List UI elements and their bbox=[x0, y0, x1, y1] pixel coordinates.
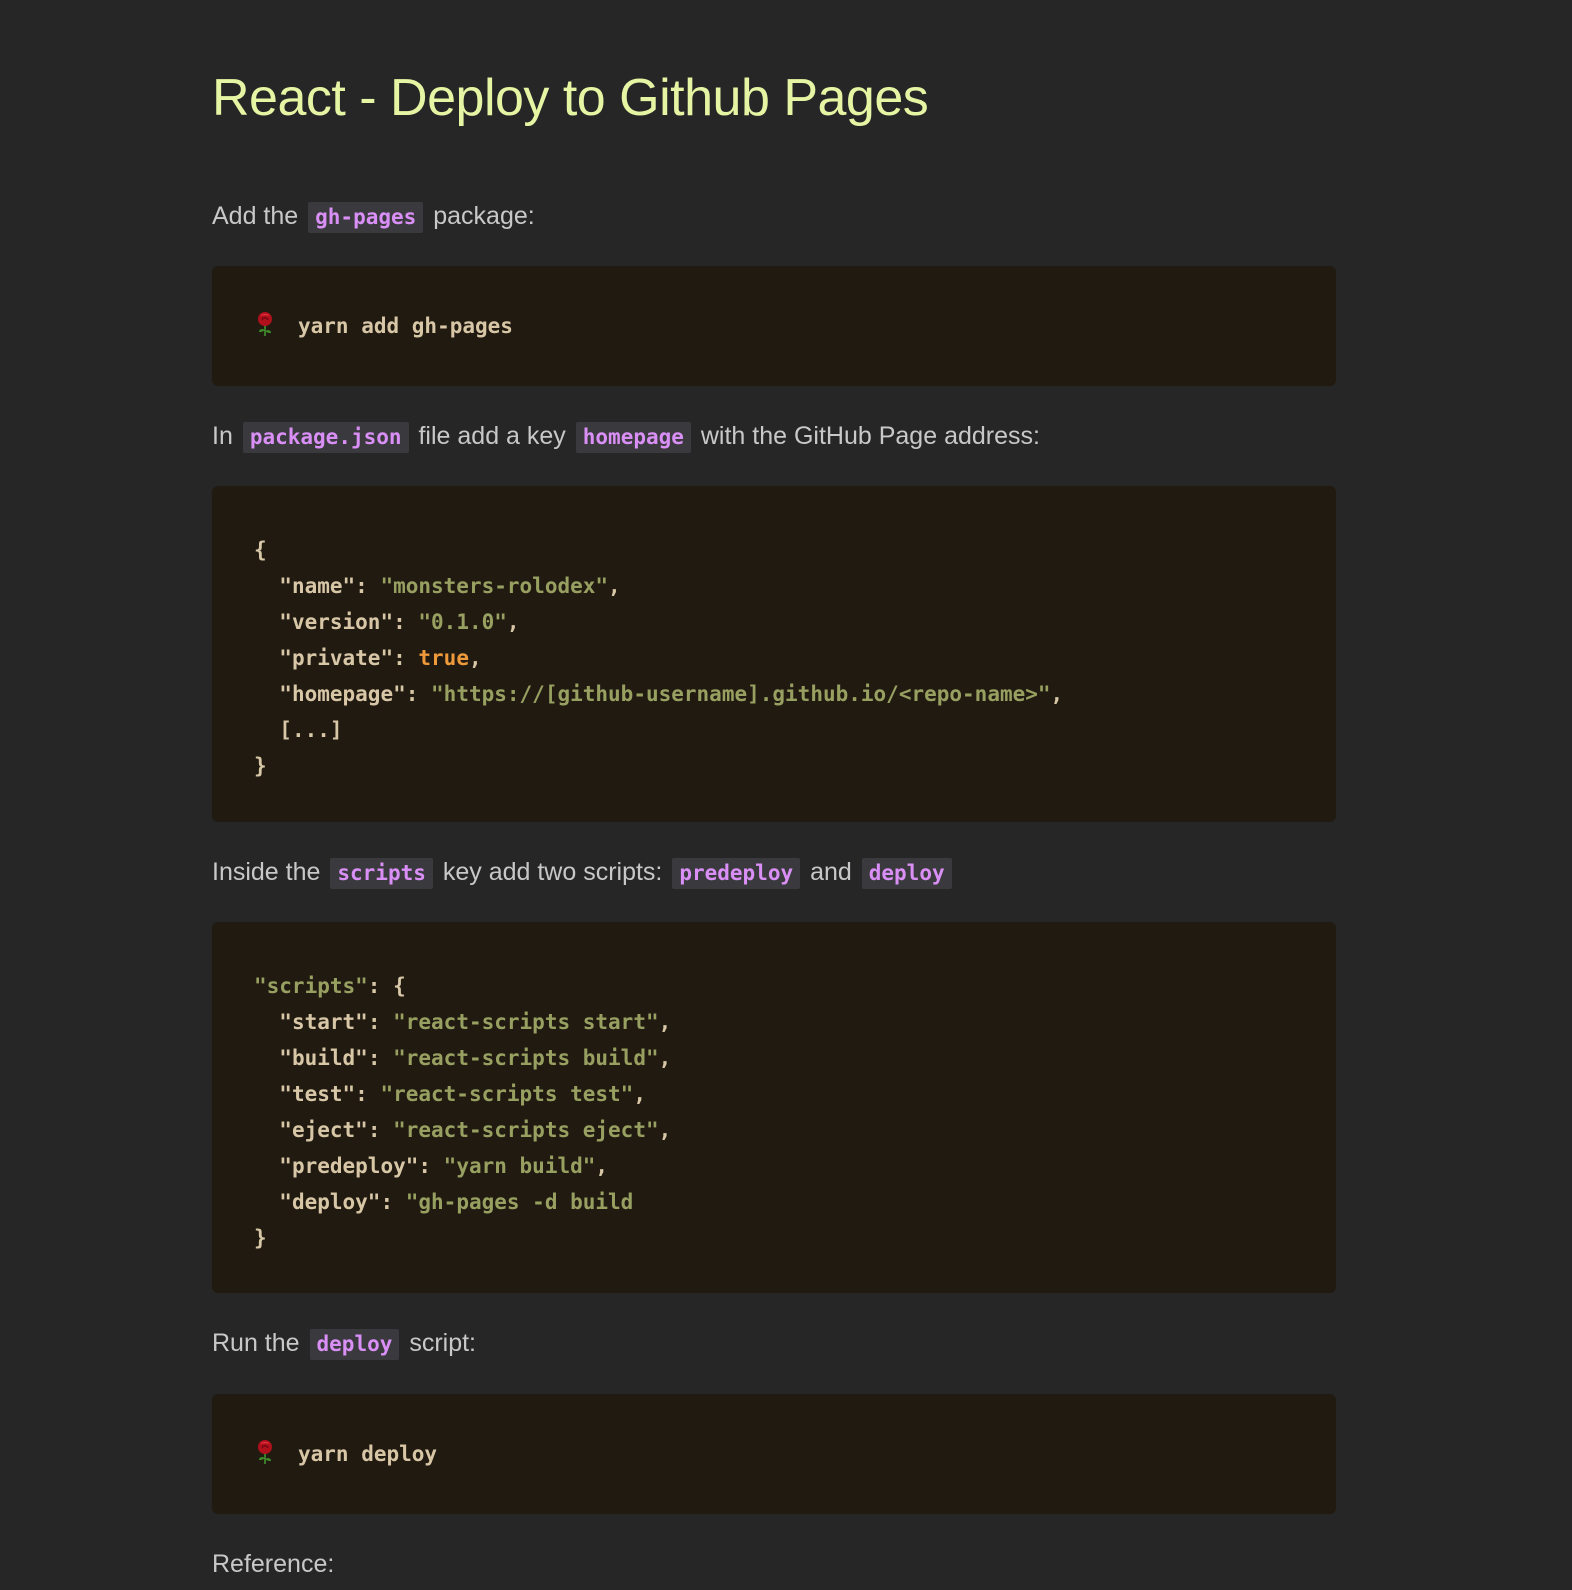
inline-code-homepage: homepage bbox=[575, 422, 691, 453]
page: React - Deploy to Github Pages Add the g… bbox=[0, 0, 1572, 1590]
key-test: "test" bbox=[279, 1082, 356, 1106]
value-build: "react-scripts build" bbox=[393, 1046, 659, 1070]
brace-close: } bbox=[254, 754, 267, 778]
step4-paragraph: Run the deploy script: bbox=[212, 1323, 476, 1364]
step2-text-1: In bbox=[212, 422, 233, 450]
value-eject: "react-scripts eject" bbox=[393, 1118, 659, 1142]
step3-text-3: and bbox=[810, 858, 852, 886]
value-version: "0.1.0" bbox=[418, 610, 507, 634]
key-homepage: "homepage" bbox=[279, 682, 406, 706]
step4-text-after: script: bbox=[409, 1329, 477, 1357]
key-private: "private" bbox=[279, 646, 394, 670]
step1-text-before: Add the bbox=[212, 202, 299, 230]
key-version: "version" bbox=[279, 610, 394, 634]
scripts-code: "scripts": { "start": "react-scripts sta… bbox=[254, 974, 672, 1250]
step2-paragraph: In package.json file add a key homepage … bbox=[212, 416, 1040, 457]
brace-open: { bbox=[254, 538, 267, 562]
inline-code-gh-pages: gh-pages bbox=[308, 202, 424, 233]
step4-text-before: Run the bbox=[212, 1329, 300, 1357]
code-block-deploy[interactable]: yarn deploy bbox=[212, 1394, 1336, 1514]
step3-paragraph: Inside the scripts key add two scripts: … bbox=[212, 852, 955, 893]
rose-icon bbox=[258, 1440, 272, 1464]
step1-text-after: package: bbox=[433, 202, 535, 230]
key-eject: "eject" bbox=[279, 1118, 368, 1142]
inline-code-deploy-script: deploy bbox=[309, 1329, 400, 1360]
code-block-install[interactable]: yarn add gh-pages bbox=[212, 266, 1336, 386]
value-name: "monsters-rolodex" bbox=[380, 574, 609, 598]
value-homepage: "https://[github-username].github.io/<re… bbox=[431, 682, 1051, 706]
step2-text-2: file add a key bbox=[418, 422, 566, 450]
inline-code-scripts: scripts bbox=[330, 858, 433, 889]
value-private: true bbox=[418, 646, 469, 670]
value-start: "react-scripts start" bbox=[393, 1010, 659, 1034]
rose-icon bbox=[258, 312, 272, 336]
page-title: React - Deploy to Github Pages bbox=[212, 69, 929, 127]
brace-open: { bbox=[393, 974, 406, 998]
code-block-scripts[interactable]: "scripts": { "start": "react-scripts sta… bbox=[212, 922, 1336, 1293]
ellipsis: [...] bbox=[279, 718, 343, 742]
key-scripts: "scripts" bbox=[254, 974, 368, 998]
key-deploy: "deploy" bbox=[279, 1190, 381, 1214]
step1-paragraph: Add the gh-pages package: bbox=[212, 196, 535, 237]
key-predeploy: "predeploy" bbox=[279, 1154, 419, 1178]
json-code: { "name": "monsters-rolodex", "version":… bbox=[254, 538, 1064, 778]
step3-text-1: Inside the bbox=[212, 858, 321, 886]
key-start: "start" bbox=[279, 1010, 368, 1034]
code-block-package-json[interactable]: { "name": "monsters-rolodex", "version":… bbox=[212, 486, 1336, 822]
key-build: "build" bbox=[279, 1046, 368, 1070]
brace-close: } bbox=[254, 1226, 267, 1250]
step3-text-2: key add two scripts: bbox=[442, 858, 663, 886]
command-line: yarn deploy bbox=[254, 1436, 437, 1472]
value-predeploy: "yarn build" bbox=[443, 1154, 596, 1178]
step2-text-3: with the GitHub Page address: bbox=[700, 422, 1040, 450]
deploy-command: yarn deploy bbox=[298, 1442, 438, 1466]
reference-label: Reference: bbox=[212, 1550, 335, 1578]
install-command: yarn add gh-pages bbox=[298, 314, 513, 338]
inline-code-package-json: package.json bbox=[242, 422, 409, 453]
value-deploy: "gh-pages -d build bbox=[405, 1190, 634, 1214]
command-line: yarn add gh-pages bbox=[254, 308, 513, 344]
inline-code-predeploy: predeploy bbox=[672, 858, 801, 889]
inline-code-deploy: deploy bbox=[861, 858, 952, 889]
key-name: "name" bbox=[279, 574, 356, 598]
value-test: "react-scripts test" bbox=[380, 1082, 634, 1106]
